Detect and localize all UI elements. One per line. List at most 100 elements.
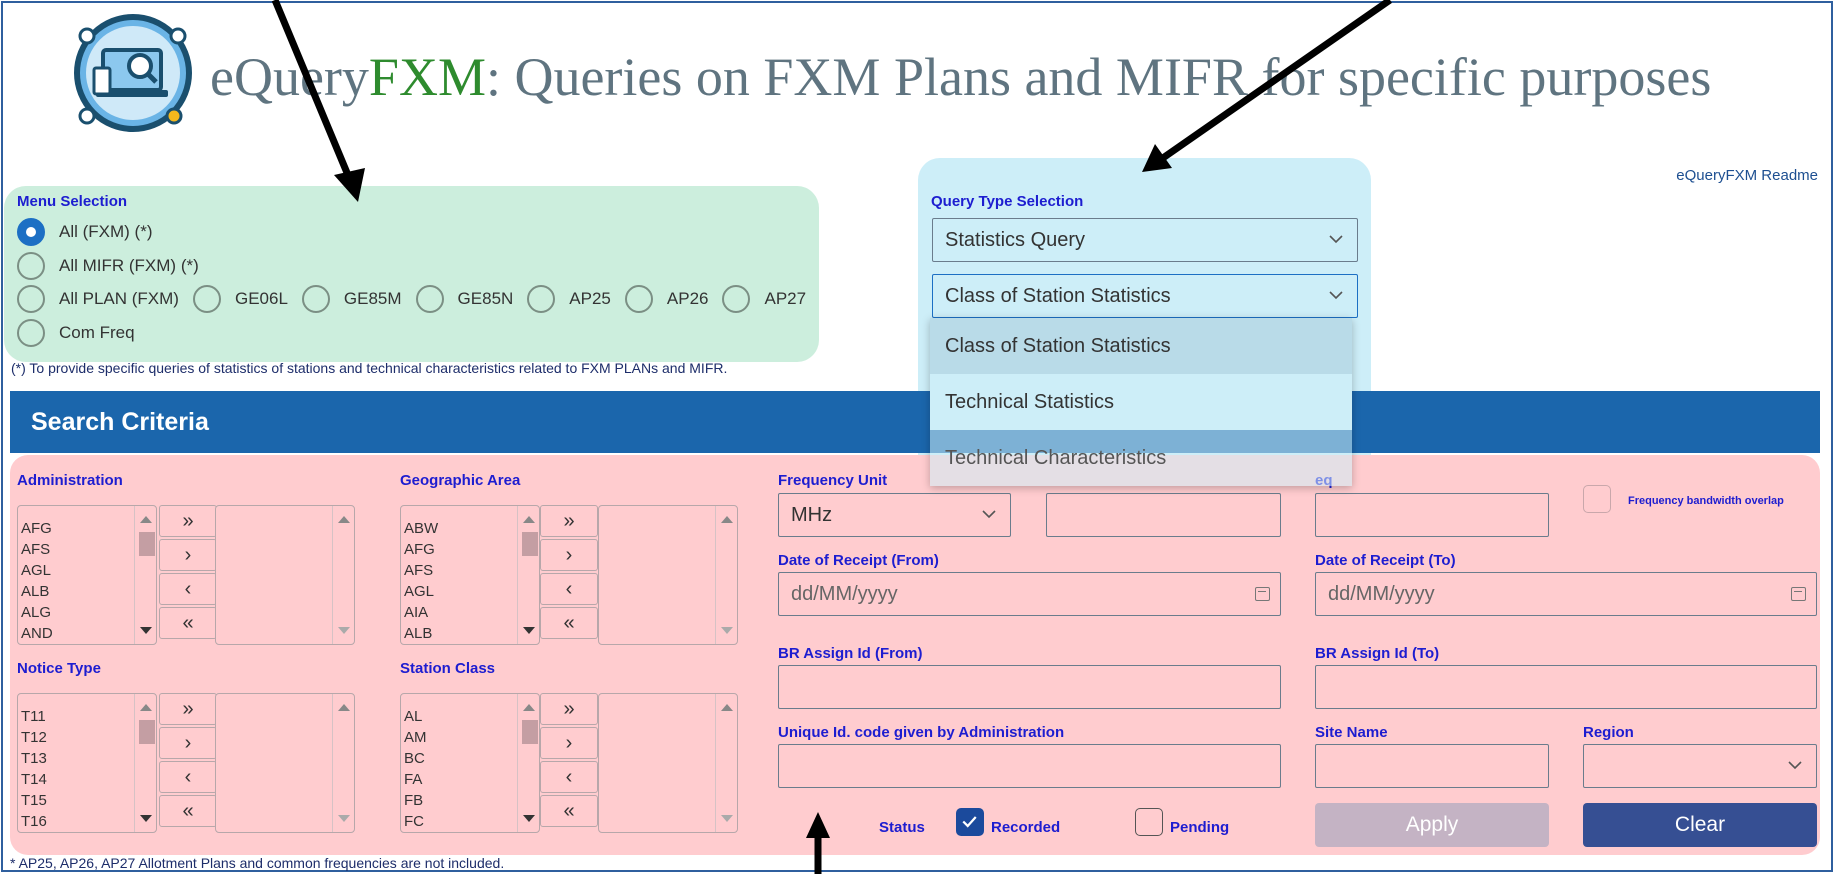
br-from-input[interactable]: [778, 665, 1281, 709]
unique-id-input[interactable]: [778, 744, 1281, 788]
dropdown-option-class-of-station[interactable]: Class of Station Statistics: [930, 318, 1352, 374]
bandwidth-overlap-checkbox[interactable]: [1583, 485, 1611, 513]
geographic-area-move-buttons: » › ‹ «: [540, 505, 598, 641]
br-to-input[interactable]: [1315, 665, 1817, 709]
list-item[interactable]: AGL: [404, 581, 438, 602]
pending-checkbox[interactable]: [1135, 808, 1163, 836]
list-item[interactable]: FA: [404, 769, 427, 790]
calendar-icon[interactable]: [1791, 587, 1806, 601]
apply-button[interactable]: Apply: [1315, 803, 1549, 847]
list-item[interactable]: AFG: [21, 518, 53, 539]
br-from-label: BR Assign Id (From): [778, 645, 923, 662]
notice-type-selected-list[interactable]: [215, 693, 355, 833]
pending-label: Pending: [1170, 819, 1230, 836]
station-class-list[interactable]: AL AM BC FA FB FC: [400, 693, 540, 833]
list-item[interactable]: AGL: [21, 560, 53, 581]
list-item[interactable]: ALB: [21, 581, 53, 602]
move-right-button[interactable]: ›: [159, 539, 217, 571]
move-all-right-button[interactable]: »: [159, 693, 217, 725]
region-label: Region: [1583, 724, 1634, 741]
recorded-checkbox[interactable]: [956, 808, 984, 836]
administration-move-buttons: » › ‹ «: [159, 505, 217, 641]
notice-type-move-buttons: » › ‹ «: [159, 693, 217, 829]
station-class-move-buttons: » › ‹ «: [540, 693, 598, 829]
unique-id-label: Unique Id. code given by Administration: [778, 724, 1065, 741]
calendar-icon[interactable]: [1255, 587, 1270, 601]
station-class-label: Station Class: [400, 660, 496, 677]
scrollbar[interactable]: [134, 694, 156, 832]
list-item[interactable]: ALG: [21, 602, 53, 623]
query-subtype-dropdown: Class of Station Statistics Technical St…: [930, 318, 1352, 486]
frequency-unit-select[interactable]: MHz: [778, 493, 1011, 537]
list-item[interactable]: ALB: [404, 623, 438, 644]
scrollbar[interactable]: [332, 506, 354, 644]
clear-button[interactable]: Clear: [1583, 803, 1817, 847]
list-item[interactable]: AL: [404, 706, 427, 727]
list-item[interactable]: AFS: [404, 560, 438, 581]
br-to-label: BR Assign Id (To): [1315, 645, 1440, 662]
list-item[interactable]: T15: [21, 790, 47, 811]
scrollbar[interactable]: [134, 506, 156, 644]
frequency-to-input[interactable]: [1315, 493, 1549, 537]
station-class-selected-list[interactable]: [598, 693, 738, 833]
receipt-to-label: Date of Receipt (To): [1315, 552, 1456, 569]
move-left-button[interactable]: ‹: [159, 761, 217, 793]
scrollbar[interactable]: [332, 694, 354, 832]
list-item[interactable]: AM: [404, 727, 427, 748]
list-item[interactable]: AFS: [21, 539, 53, 560]
administration-selected-list[interactable]: [215, 505, 355, 645]
receipt-from-label: Date of Receipt (From): [778, 552, 939, 569]
region-select[interactable]: [1583, 744, 1817, 788]
list-item[interactable]: ABW: [404, 518, 438, 539]
move-right-button[interactable]: ›: [159, 727, 217, 759]
site-name-input[interactable]: [1315, 744, 1549, 788]
chevron-down-icon: [982, 510, 996, 519]
list-item[interactable]: AND: [21, 623, 53, 644]
list-item[interactable]: AFG: [404, 539, 438, 560]
list-item[interactable]: T13: [21, 748, 47, 769]
move-all-right-button[interactable]: »: [159, 505, 217, 537]
status-label: Status: [879, 819, 925, 836]
frequency-from-input[interactable]: [1046, 493, 1281, 537]
chevron-down-icon: [1788, 761, 1802, 770]
list-item[interactable]: T12: [21, 727, 47, 748]
geographic-area-label: Geographic Area: [400, 472, 521, 489]
recorded-label: Recorded: [991, 819, 1061, 836]
site-name-label: Site Name: [1315, 724, 1388, 741]
notice-type-list[interactable]: T11 T12 T13 T14 T15 T16: [17, 693, 157, 833]
dropdown-option-technical-statistics[interactable]: Technical Statistics: [930, 374, 1352, 430]
move-all-left-button[interactable]: «: [159, 795, 217, 827]
geographic-area-selected-list[interactable]: [598, 505, 738, 645]
move-left-button[interactable]: ‹: [159, 573, 217, 605]
list-item[interactable]: FB: [404, 790, 427, 811]
scrollbar[interactable]: [715, 694, 737, 832]
notice-type-label: Notice Type: [17, 660, 101, 677]
checkmark-icon: [962, 816, 977, 828]
list-item[interactable]: T16: [21, 811, 47, 832]
move-right-button[interactable]: ›: [540, 539, 598, 571]
receipt-from-input[interactable]: dd/MM/yyyy: [778, 572, 1281, 616]
move-all-left-button[interactable]: «: [540, 607, 598, 639]
scrollbar[interactable]: [517, 506, 539, 644]
administration-label: Administration: [17, 472, 123, 489]
list-item[interactable]: FC: [404, 811, 427, 832]
scrollbar[interactable]: [517, 694, 539, 832]
geographic-area-list[interactable]: ABW AFG AFS AGL AIA ALB: [400, 505, 540, 645]
list-item[interactable]: BC: [404, 748, 427, 769]
move-all-left-button[interactable]: «: [159, 607, 217, 639]
receipt-to-input[interactable]: dd/MM/yyyy: [1315, 572, 1817, 616]
move-all-right-button[interactable]: »: [540, 505, 598, 537]
move-all-left-button[interactable]: «: [540, 795, 598, 827]
scrollbar[interactable]: [715, 506, 737, 644]
move-left-button[interactable]: ‹: [540, 761, 598, 793]
move-all-right-button[interactable]: »: [540, 693, 598, 725]
dropdown-option-technical-characteristics[interactable]: Technical Characteristics: [930, 430, 1352, 486]
list-item[interactable]: AIA: [404, 602, 438, 623]
frequency-unit-label: Frequency Unit: [778, 472, 888, 489]
administration-list[interactable]: AFG AFS AGL ALB ALG AND: [17, 505, 157, 645]
bandwidth-overlap-label: Frequency bandwidth overlap: [1628, 495, 1784, 507]
list-item[interactable]: T11: [21, 706, 47, 727]
move-left-button[interactable]: ‹: [540, 573, 598, 605]
list-item[interactable]: T14: [21, 769, 47, 790]
move-right-button[interactable]: ›: [540, 727, 598, 759]
